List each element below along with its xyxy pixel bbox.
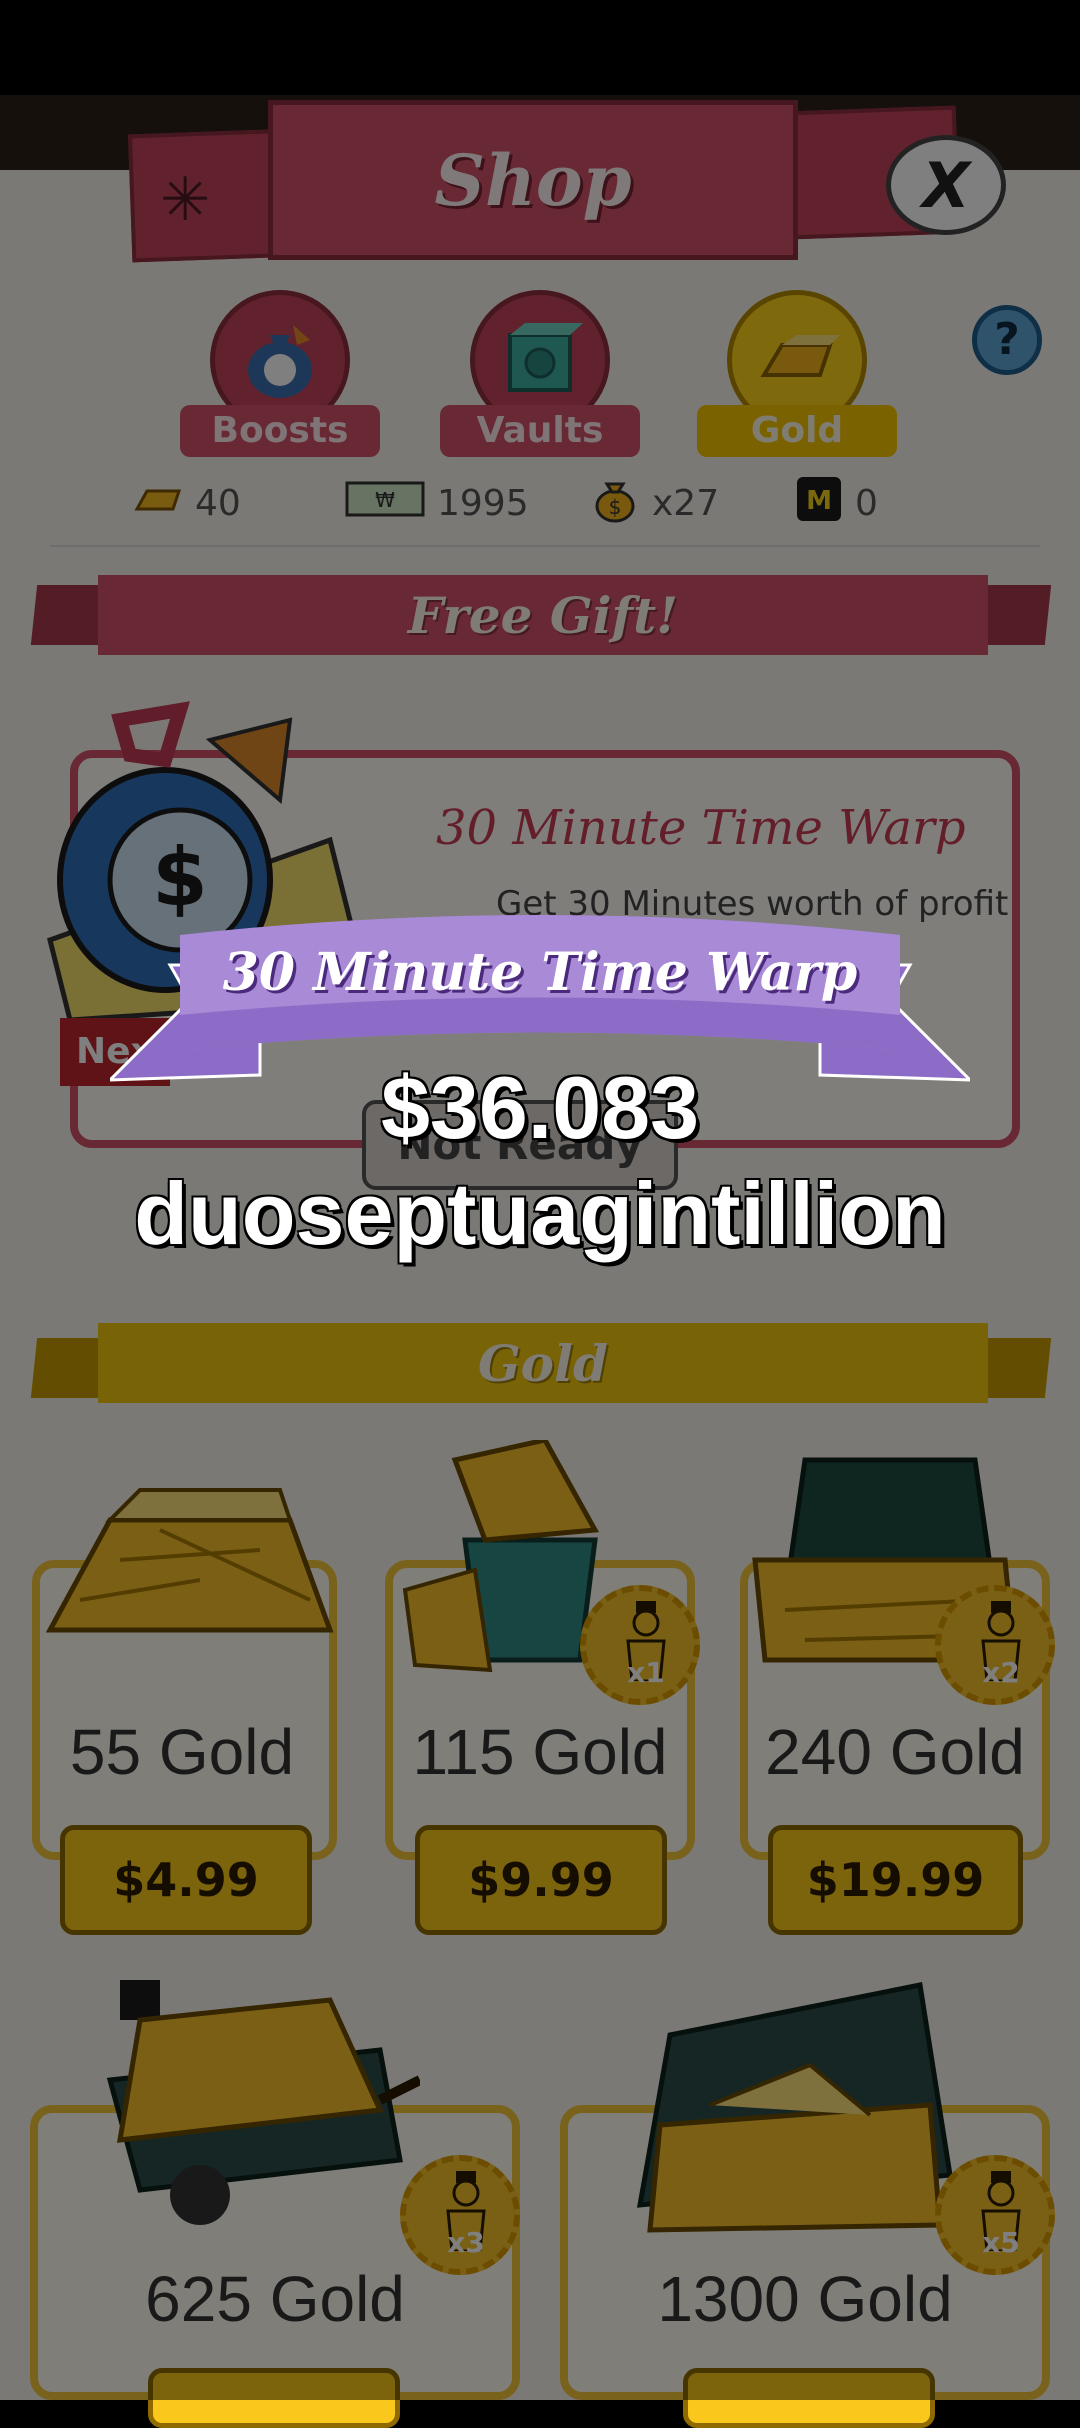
reward-amount-unit: duoseptuagintillion	[134, 1163, 946, 1263]
reward-title: 30 Minute Time Warp	[222, 942, 858, 1003]
reward-amount-value: $36.083	[380, 1058, 700, 1157]
reward-amount: $36.083 duoseptuagintillion	[0, 1055, 1080, 1266]
